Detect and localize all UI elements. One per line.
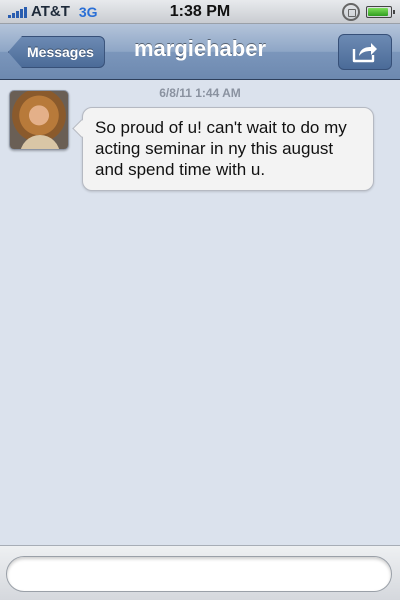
- carrier-label: AT&T: [31, 3, 70, 20]
- network-label: 3G: [78, 3, 98, 20]
- navigation-bar: Messages margiehaber: [0, 24, 400, 80]
- share-button[interactable]: [338, 34, 392, 70]
- status-right-icons: [342, 3, 395, 21]
- battery-icon: [366, 6, 395, 18]
- status-bar: AT&T 3G 1:38 PM: [0, 0, 400, 24]
- message-input[interactable]: [6, 556, 392, 592]
- battery-fill: [368, 8, 388, 16]
- share-icon: [352, 43, 377, 63]
- message-composer-bar: [0, 545, 400, 600]
- received-message-bubble[interactable]: So proud of u! can't wait to do my actin…: [82, 107, 374, 191]
- back-button-messages[interactable]: Messages: [8, 36, 105, 68]
- signal-icon: [8, 6, 27, 18]
- contact-avatar[interactable]: [9, 90, 69, 150]
- message-list[interactable]: 6/8/11 1:44 AM So proud of u! can't wait…: [0, 81, 400, 545]
- rotation-lock-icon: [342, 3, 360, 21]
